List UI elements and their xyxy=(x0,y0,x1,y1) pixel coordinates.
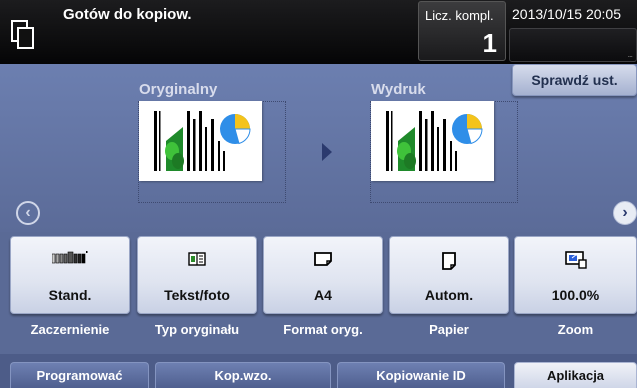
output-label: Wydruk xyxy=(371,81,426,98)
scroll-right-button[interactable]: › xyxy=(613,201,637,225)
zoom-value: 100.0% xyxy=(551,287,600,303)
density-tile[interactable]: Stand. xyxy=(10,236,130,314)
original-size-value: A4 xyxy=(314,287,332,303)
tab-programowac[interactable]: Programować xyxy=(10,362,149,388)
copy-count-value: 1 xyxy=(482,28,497,58)
original-type-value: Tekst/foto xyxy=(164,287,230,303)
tab-kopiowanie-id[interactable]: Kopiowanie ID xyxy=(337,362,505,388)
original-type-caption: Typ oryginału xyxy=(154,322,240,337)
paper-caption: Papier xyxy=(429,322,469,337)
zoom-caption: Zoom xyxy=(557,322,594,337)
portrait-page-icon xyxy=(442,252,456,270)
copy-count-label: Licz. kompl. xyxy=(425,8,494,23)
original-size-tile[interactable]: A4 xyxy=(263,236,383,314)
original-type-tile[interactable]: Tekst/foto xyxy=(137,236,257,314)
density-caption: Zaczernienie xyxy=(30,322,110,337)
scroll-left-button[interactable]: ‹ xyxy=(16,201,40,225)
document-preview-icon xyxy=(154,111,251,171)
status-dots-icon: ... xyxy=(627,49,632,59)
tab-kop-wzo[interactable]: Kop.wzo. xyxy=(155,362,331,388)
output-preview-card xyxy=(371,101,494,181)
original-preview-card xyxy=(139,101,262,181)
original-label: Oryginalny xyxy=(139,81,218,98)
paper-value: Autom. xyxy=(424,287,474,303)
chevron-right-icon: › xyxy=(622,204,628,221)
zoom-tile[interactable]: 100.0% xyxy=(514,236,637,314)
datetime-display: 2013/10/15 20:05 xyxy=(512,6,621,22)
status-message: Gotów do kopiow. xyxy=(63,6,192,23)
tab-aplikacja[interactable]: Aplikacja xyxy=(514,362,637,388)
arrow-right-icon xyxy=(322,143,332,161)
zoom-icon xyxy=(564,251,587,269)
document-preview-icon xyxy=(386,111,483,171)
density-scale-icon xyxy=(52,251,88,264)
original-size-caption: Format oryg. xyxy=(283,322,363,337)
density-value: Stand. xyxy=(48,287,92,303)
status-bar: Gotów do kopiow. Licz. kompl. 1 2013/10/… xyxy=(0,0,637,64)
landscape-page-icon xyxy=(314,252,332,266)
check-settings-button[interactable]: Sprawdź ust. xyxy=(512,64,637,96)
chevron-left-icon: ‹ xyxy=(25,204,31,221)
copy-documents-icon xyxy=(11,20,34,49)
paper-tile[interactable]: Autom. xyxy=(389,236,509,314)
copy-count-display[interactable]: Licz. kompl. 1 xyxy=(418,1,506,61)
book-photo-icon xyxy=(188,252,206,266)
status-panel[interactable]: ... xyxy=(509,28,637,62)
